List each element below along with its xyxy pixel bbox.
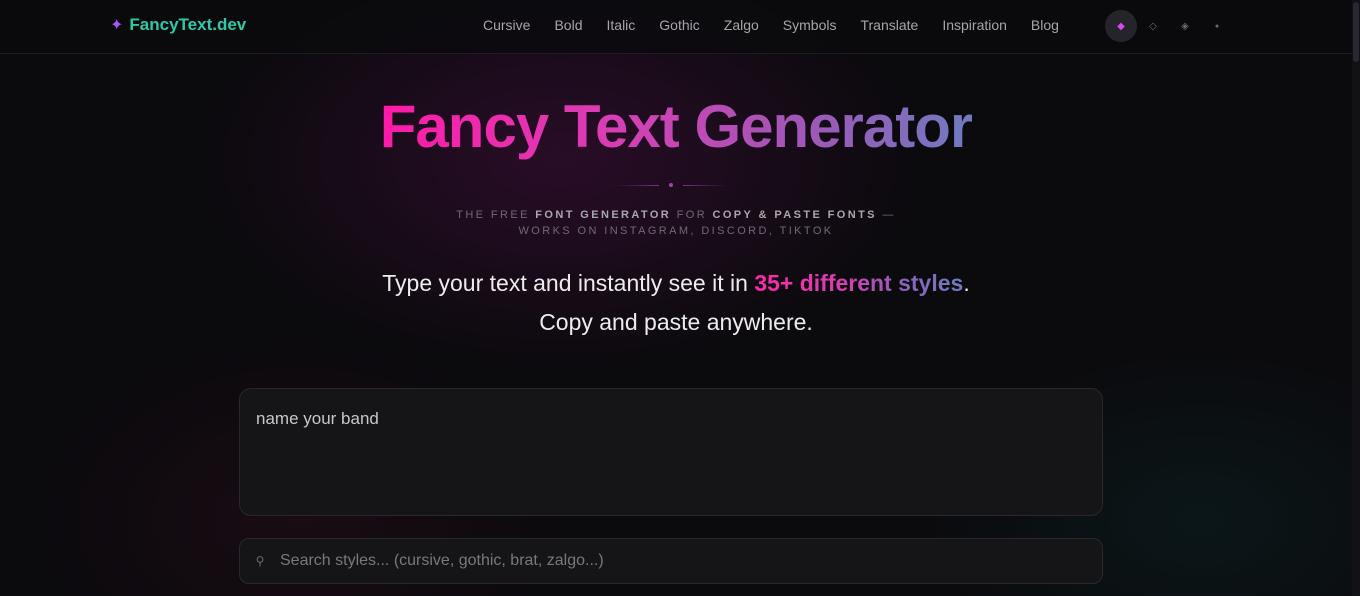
intro-text: Type your text and instantly see it in 3… (382, 270, 970, 335)
nav-link-translate[interactable]: Translate (860, 17, 918, 33)
divider-dot (669, 183, 673, 187)
navbar: ✦ FancyText.dev Cursive Bold Italic Goth… (0, 0, 1352, 54)
page-title-text: Fancy Text Generator (379, 93, 973, 160)
nav-link-symbols[interactable]: Symbols (783, 17, 837, 33)
title-divider (614, 183, 728, 187)
theme-button-3[interactable]: ◈ (1169, 10, 1201, 42)
style-search[interactable]: ⚲ (239, 538, 1103, 584)
diamond-outline-icon: ◇ (1149, 20, 1157, 32)
nav-link-cursive[interactable]: Cursive (483, 17, 530, 33)
search-input[interactable] (280, 539, 1102, 583)
nav-link-inspiration[interactable]: Inspiration (942, 17, 1007, 33)
dot-icon: ● (1214, 22, 1220, 30)
nav-menu: Cursive Bold Italic Gothic Zalgo Symbols… (483, 17, 1083, 33)
tagline-platforms: WORKS ON INSTAGRAM, DISCORD, TIKTOK (518, 225, 834, 237)
nav-link-italic[interactable]: Italic (607, 17, 636, 33)
nav-link-blog[interactable]: Blog (1031, 17, 1059, 33)
theme-button-4[interactable]: ● (1201, 10, 1233, 42)
theme-button-2[interactable]: ◇ (1137, 10, 1169, 42)
diamond-dotted-icon: ◈ (1181, 20, 1189, 32)
intro-highlight: 35+ different styles (754, 270, 964, 296)
logo-text: FancyText.dev (129, 15, 247, 34)
logo-link[interactable]: ✦ FancyText.dev (110, 15, 246, 35)
search-icon: ⚲ (255, 554, 265, 568)
theme-switcher: ◆ ◇ ◈ ● (1105, 10, 1233, 42)
nav-link-gothic[interactable]: Gothic (659, 17, 699, 33)
tagline-font-generator: FONT GENERATOR (535, 209, 672, 221)
theme-button-1[interactable]: ◆ (1105, 10, 1137, 42)
text-input[interactable] (239, 388, 1103, 516)
diamond-filled-icon: ◆ (1117, 20, 1125, 32)
tagline: THE FREE FONT GENERATOR FOR COPY & PASTE… (456, 209, 896, 237)
tagline-copy-paste: COPY & PASTE FONTS (712, 209, 877, 221)
scrollbar-thumb[interactable] (1353, 2, 1359, 62)
nav-link-zalgo[interactable]: Zalgo (724, 17, 759, 33)
page-scrollbar[interactable] (1352, 0, 1360, 596)
page-title: Fancy Text Generator (0, 92, 1352, 161)
nav-link-bold[interactable]: Bold (554, 17, 582, 33)
sparkle-icon: ✦ (110, 17, 124, 34)
